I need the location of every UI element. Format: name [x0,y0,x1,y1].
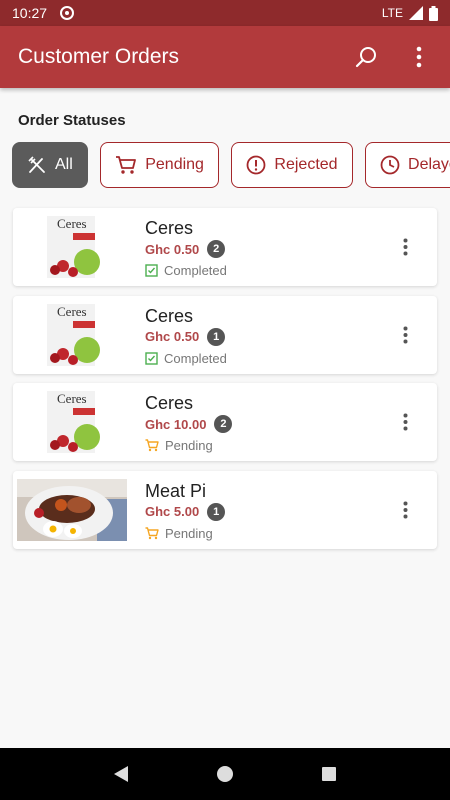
more-vert-icon [403,326,407,343]
svg-text:Ceres: Ceres [57,304,87,319]
order-status: Completed [145,263,227,278]
network-type: LTE [381,6,403,20]
recents-button[interactable] [321,766,337,782]
check-box-icon [145,264,158,277]
signal-icon [409,6,423,20]
cart-icon [145,439,159,452]
app-notification-icon [60,6,75,20]
more-vert-icon [403,413,407,431]
order-item-name: Ceres [145,393,194,413]
utensils-icon [28,156,45,173]
search-icon [355,47,376,68]
order-card[interactable]: Ceres Ceres Ghc 10.00 2 Pending [13,383,437,461]
order-card[interactable]: Ceres Ceres Ghc 0.50 2 Completed [13,208,437,286]
clock-icon [380,155,400,175]
more-vert-icon [403,238,407,256]
status-time: 10:27 [12,5,48,21]
order-status-label: Pending [165,525,213,541]
chip-all[interactable]: All [12,142,88,188]
alert-circle-icon [247,155,266,175]
breakfast-plate-image [17,478,127,541]
chip-label: Delayed [408,156,450,173]
order-price: Ghc 0.50 [145,329,200,344]
order-status-label: Completed [164,350,227,366]
page-title: Customer Orders [18,45,180,68]
order-status-label: Pending [165,438,213,453]
svg-text:Ceres: Ceres [57,391,87,406]
ceres-juice-image: Ceres [17,303,127,366]
home-button[interactable] [216,765,234,783]
chip-pending[interactable]: Pending [100,142,219,188]
battery-icon [429,5,438,21]
check-box-icon [145,351,158,365]
chip-label: Pending [145,156,204,173]
order-item-name: Ceres [145,305,194,326]
quantity-badge: 1 [207,327,226,346]
order-options-button[interactable] [395,412,415,432]
cart-icon [116,156,137,174]
section-title: Order Statuses [18,112,126,129]
ceres-juice-image: Ceres [17,391,127,453]
order-item-name: Ceres [145,218,194,238]
cart-icon [145,526,159,539]
quantity-badge: 1 [207,502,226,521]
quantity-badge: 2 [214,415,233,433]
search-button[interactable] [354,44,380,70]
chip-label: All [55,156,73,173]
order-price: Ghc 0.50 [145,241,200,257]
order-status-label: Completed [164,263,227,278]
chip-label: Rejected [274,156,338,173]
orders-list: Ceres Ceres Ghc 0.50 2 Completed Ceres C… [13,208,437,558]
more-vert-icon [403,501,407,518]
ceres-juice-image: Ceres [17,216,127,278]
chip-delayed[interactable]: Delayed [365,142,450,188]
order-price: Ghc 10.00 [145,416,207,432]
order-options-button[interactable] [395,500,415,520]
order-options-button[interactable] [395,237,415,257]
order-status: Pending [145,526,213,541]
status-bar: 10:27 LTE [0,0,450,26]
order-price: Ghc 5.00 [145,504,200,519]
app-bar: Customer Orders [0,26,450,88]
order-card[interactable]: Meat Pi Ghc 5.00 1 Pending [13,470,437,549]
svg-text:Ceres: Ceres [57,216,87,231]
chip-rejected[interactable]: Rejected [231,142,353,188]
order-options-button[interactable] [395,325,415,345]
order-status: Pending [145,438,213,453]
back-button[interactable] [113,765,129,783]
overflow-menu-button[interactable] [406,44,432,70]
order-card[interactable]: Ceres Ceres Ghc 0.50 1 Completed [13,295,437,374]
more-vert-icon [416,46,422,68]
quantity-badge: 2 [207,240,226,258]
status-filter-chips: All Pending Rejected Delayed [12,142,450,190]
navigation-bar [0,748,450,800]
order-status: Completed [145,351,227,366]
order-item-name: Meat Pi [145,480,207,501]
